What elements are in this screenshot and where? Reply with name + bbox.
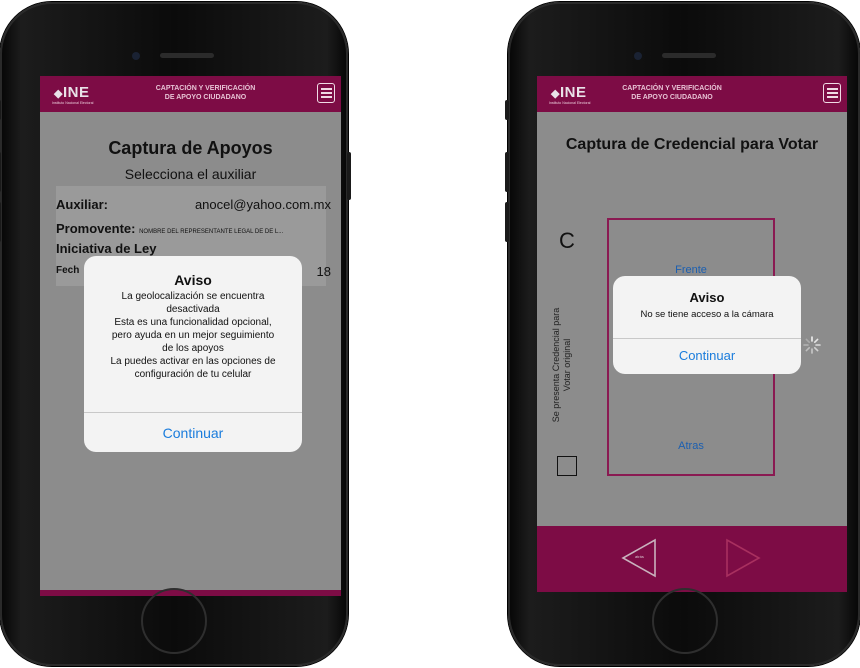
loading-spinner-icon: [803, 336, 821, 354]
bottom-nav-bar: atrás: [537, 526, 847, 592]
phone-right: ◆INE Instituto Nacional Electoral CAPTAC…: [505, 2, 860, 666]
credential-checkbox[interactable]: [557, 456, 577, 476]
alert-divider: [84, 412, 302, 413]
auxiliar-label: Auxiliar:: [56, 197, 109, 212]
home-button[interactable]: [652, 588, 718, 654]
power-button: [347, 152, 351, 200]
app-title: CAPTACIÓN Y VERIFICACIÓN DE APOYO CIUDAD…: [537, 84, 847, 102]
auxiliar-value: anocel@yahoo.com.mx: [194, 197, 331, 212]
alert-message: La geolocalización se encuentra desactiv…: [92, 290, 294, 381]
app-title-line-1: CAPTACIÓN Y VERIFICACIÓN: [155, 85, 256, 92]
volume-up-button: [0, 152, 1, 192]
home-button[interactable]: [141, 588, 207, 654]
hamburger-menu-icon[interactable]: [317, 83, 335, 103]
promovente-value: NOMBRE DEL REPRESENTANTE LEGAL DE DE L..…: [139, 229, 284, 235]
side-text-line: Se presenta Credencial para: [551, 307, 561, 423]
atras-link[interactable]: Atras: [607, 440, 775, 452]
volume-up-button: [505, 152, 509, 192]
continue-button[interactable]: Continuar: [613, 348, 801, 363]
alert-line: pero ayuda en un mejor seguimiento: [111, 330, 275, 341]
app-title-line-1: CAPTACIÓN Y VERIFICACIÓN: [622, 85, 722, 92]
side-text-line: Votar original: [562, 338, 572, 392]
auxiliar-row[interactable]: Auxiliar: anocel@yahoo.com.mx: [56, 197, 331, 212]
alert-title: Aviso: [689, 290, 725, 305]
credential-checkbox-label: Se presenta Credencial para Votar origin…: [551, 290, 577, 440]
alert-line: Esta es una funcionalidad opcional,: [114, 317, 272, 328]
hamburger-menu-icon[interactable]: [823, 83, 841, 103]
screen: ◆INE Instituto Nacional Electoral CAPTAC…: [40, 76, 341, 596]
back-label: atrás: [635, 554, 644, 559]
front-camera-icon: [634, 52, 642, 60]
geolocation-alert: Aviso La geolocalización se encuentra de…: [84, 256, 302, 452]
camera-alert: Aviso No se tiene acceso a la cámara Con…: [613, 276, 801, 374]
alert-line: de los apoyos: [162, 343, 224, 354]
frente-link[interactable]: Frente: [607, 264, 775, 276]
volume-down-button: [505, 202, 509, 242]
app-title-line-2: DE APOYO CIUDADANO: [631, 94, 713, 101]
front-camera-icon: [132, 52, 140, 60]
app-header: ◆INE Instituto Nacional Electoral CAPTAC…: [537, 76, 847, 112]
mute-switch: [0, 100, 1, 120]
page-title: Captura de Apoyos: [108, 138, 273, 158]
app-title-line-2: DE APOYO CIUDADANO: [164, 94, 247, 101]
page-subtitle: Selecciona el auxiliar: [124, 166, 257, 182]
fecha-label: Fech: [56, 265, 80, 276]
page-title: Captura de Credencial para Votar: [565, 136, 819, 153]
alert-message: No se tiene acceso a la cámara: [640, 309, 774, 320]
alert-line: configuración de tu celular: [134, 369, 252, 380]
promovente-label: Promovente:: [56, 221, 136, 236]
alert-line: desactivada: [166, 304, 220, 315]
app-header: ◆INE Instituto Nacional Electoral CAPTAC…: [40, 76, 341, 112]
fecha-suffix: 18: [316, 264, 331, 279]
speaker-grille: [662, 53, 716, 58]
alert-line: La puedes activar en las opciones de: [110, 356, 276, 367]
app-title: CAPTACIÓN Y VERIFICACIÓN DE APOYO CIUDAD…: [40, 84, 341, 102]
alert-line: La geolocalización se encuentra: [121, 291, 265, 302]
phone-left: ◆INE Instituto Nacional Electoral CAPTAC…: [0, 2, 351, 666]
continue-button[interactable]: Continuar: [84, 425, 302, 441]
forward-arrow-icon[interactable]: [725, 538, 761, 578]
promovente-row: Promovente: NOMBRE DEL REPRESENTANTE LEG…: [56, 221, 331, 236]
alert-divider: [613, 338, 801, 339]
iniciativa-text: Iniciativa de Ley: [56, 241, 157, 256]
volume-down-button: [0, 202, 1, 242]
speaker-grille: [160, 53, 214, 58]
c-letter: C: [559, 228, 575, 253]
mute-switch: [505, 100, 509, 120]
back-arrow-icon[interactable]: atrás: [621, 538, 657, 578]
alert-title: Aviso: [174, 272, 212, 288]
screen: ◆INE Instituto Nacional Electoral CAPTAC…: [537, 76, 847, 592]
